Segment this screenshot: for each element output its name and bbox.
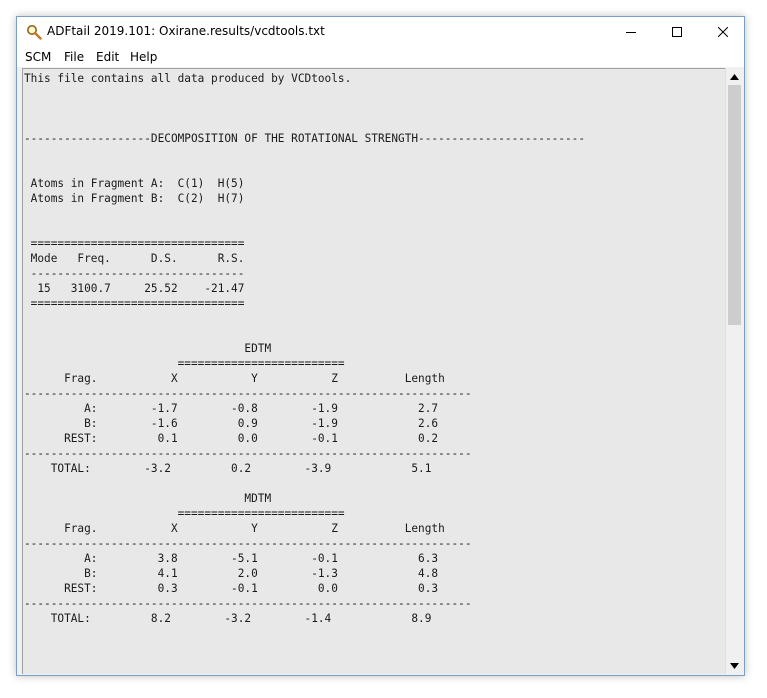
file-line: ----------------------------------------… [24,597,472,610]
scroll-down-button[interactable] [726,657,743,674]
close-button[interactable] [700,17,746,47]
menu-file[interactable]: File [64,50,84,64]
file-line: EDTM [24,342,272,355]
magnifier-icon [27,25,42,40]
file-line: Atoms in Fragment B: C(2) H(7) [24,192,245,205]
file-line: ================================ [24,237,245,250]
maximize-button[interactable] [654,17,700,47]
vertical-scrollbar[interactable] [725,68,743,674]
file-line: Frag. X Y Z Length [24,522,445,535]
minimize-button[interactable] [608,17,654,47]
file-line: ----------------------------------------… [24,447,472,460]
menu-bar: SCM File Edit Help [17,47,744,67]
scroll-up-arrow-icon [730,73,739,80]
file-line: A: -1.7 -0.8 -1.9 2.7 [24,402,439,415]
menu-edit[interactable]: Edit [96,50,119,64]
file-line: TOTAL: 8.2 -3.2 -1.4 8.9 [24,612,432,625]
maximize-icon [672,27,682,37]
file-line: B: -1.6 0.9 -1.9 2.6 [24,417,439,430]
window-title: ADFtail 2019.101: Oxirane.results/vcdtoo… [47,24,325,38]
title-bar[interactable]: ADFtail 2019.101: Oxirane.results/vcdtoo… [17,17,744,47]
file-line: ----------------------------------------… [24,537,472,550]
file-line: ========================= [24,507,345,520]
file-line: -------------------DECOMPOSITION OF THE … [24,132,586,145]
scrollbar-thumb[interactable] [728,85,741,325]
file-line: -------------------------------- [24,267,245,280]
file-line: 15 3100.7 25.52 -21.47 [24,282,245,295]
file-line: ================================ [24,297,245,310]
file-line: ----------------------------------------… [24,387,472,400]
close-icon [718,27,728,37]
file-line: Atoms in Fragment A: C(1) H(5) [24,177,245,190]
scroll-up-button[interactable] [726,68,743,85]
file-line: TOTAL: -3.2 0.2 -3.9 5.1 [24,462,432,475]
file-line: A: 3.8 -5.1 -0.1 6.3 [24,552,439,565]
file-line: REST: 0.1 0.0 -0.1 0.2 [24,432,439,445]
file-line: REST: 0.3 -0.1 0.0 0.3 [24,582,439,595]
file-line: Mode Freq. D.S. R.S. [24,252,245,265]
minimize-icon [626,32,636,33]
file-line: Frag. X Y Z Length [24,372,445,385]
menu-scm[interactable]: SCM [25,50,51,64]
file-line: ========================= [24,357,345,370]
menu-help[interactable]: Help [130,50,157,64]
app-window: ADFtail 2019.101: Oxirane.results/vcdtoo… [16,16,745,676]
file-content: This file contains all data produced by … [24,71,585,626]
file-line: This file contains all data produced by … [24,72,352,85]
scroll-down-arrow-icon [730,662,739,669]
file-line: MDTM [24,492,272,505]
file-line: B: 4.1 2.0 -1.3 4.8 [24,567,439,580]
file-text-area[interactable]: This file contains all data produced by … [22,68,725,674]
